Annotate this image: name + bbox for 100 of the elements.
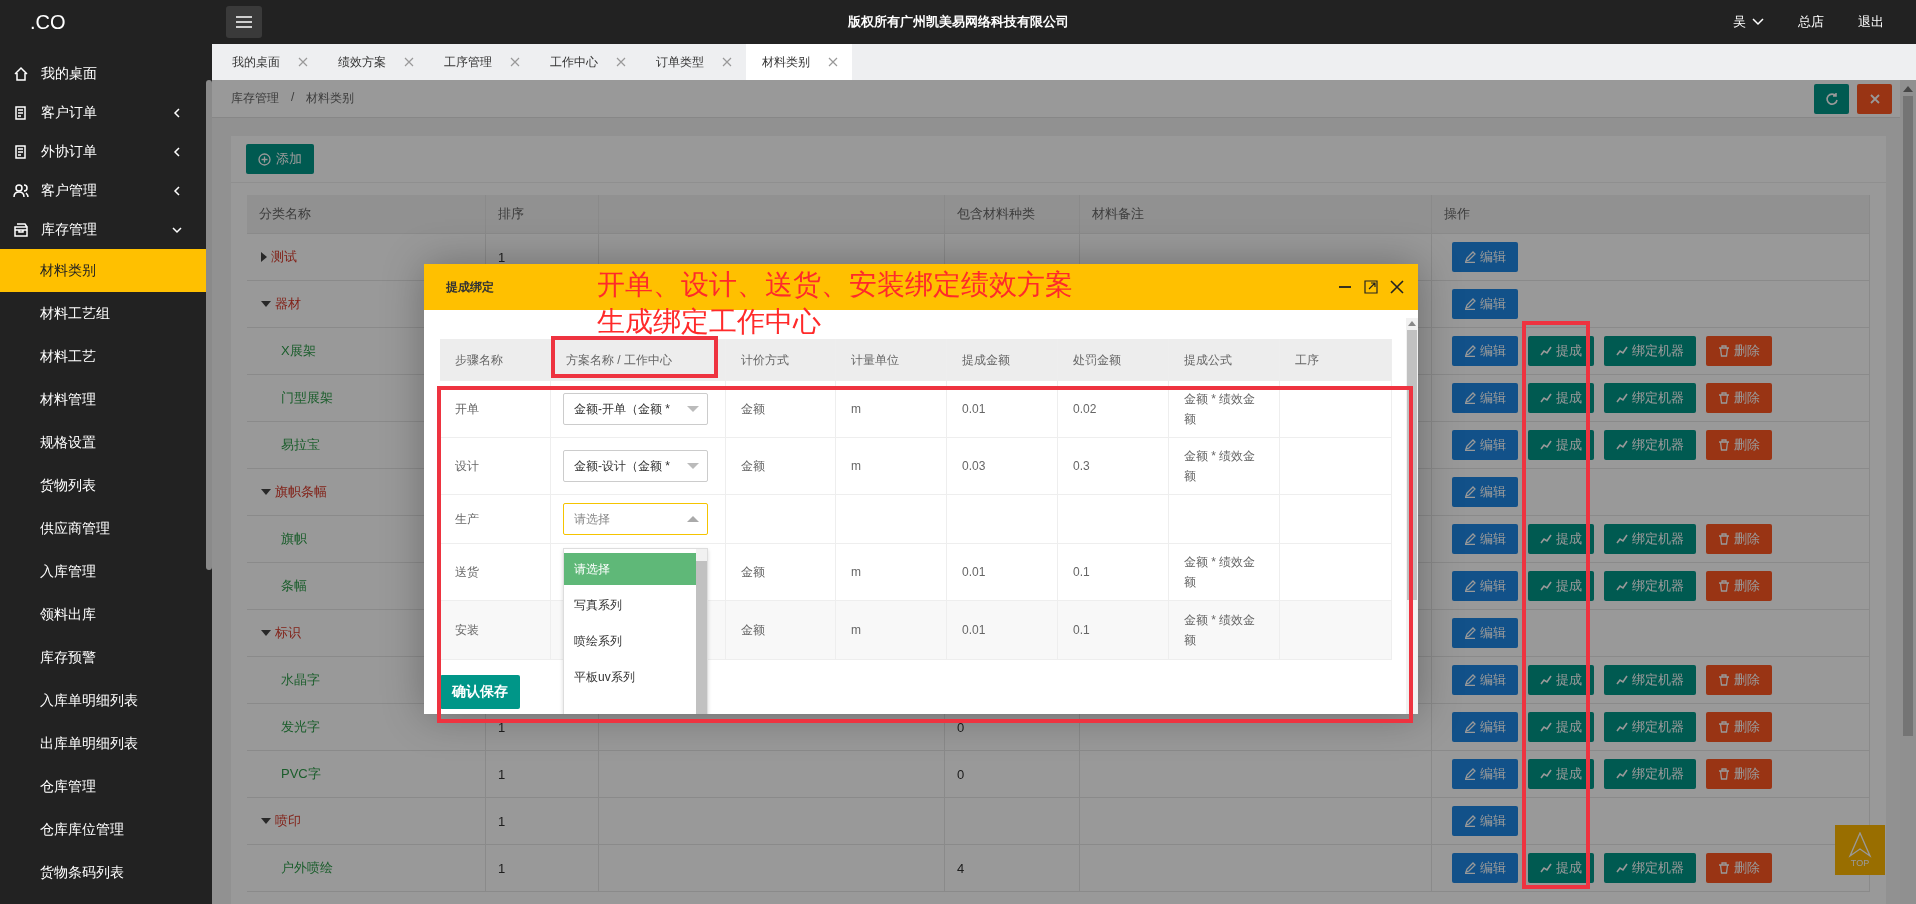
sidebar-item[interactable]: 入库管理 [0, 550, 206, 593]
bind-machine-button[interactable]: 绑定机器 [1604, 665, 1696, 695]
sidebar-item[interactable]: 仓库库位管理 [0, 808, 206, 851]
edit-button[interactable]: 编辑 [1452, 477, 1518, 507]
edit-button[interactable]: 编辑 [1452, 853, 1518, 883]
sidebar-item[interactable]: 材料类别 [0, 249, 206, 292]
delete-button[interactable]: 删除 [1706, 853, 1772, 883]
sidebar-item[interactable]: 领料出库 [0, 593, 206, 636]
sidebar-item[interactable]: 入库单明细列表 [0, 679, 206, 722]
add-button[interactable]: 添加 [246, 144, 314, 174]
table-cell-text: 送货 [455, 564, 479, 581]
commission-button[interactable]: 提成 [1528, 665, 1594, 695]
bind-machine-button[interactable]: 绑定机器 [1604, 853, 1696, 883]
edit-button[interactable]: 编辑 [1452, 712, 1518, 742]
sidebar-item[interactable]: 货物列表 [0, 464, 206, 507]
sidebar-item[interactable]: 库存管理 [0, 210, 206, 249]
bind-machine-button[interactable]: 绑定机器 [1604, 430, 1696, 460]
delete-button[interactable]: 删除 [1706, 430, 1772, 460]
sidebar-item[interactable]: 外协订单 [0, 132, 206, 171]
commission-button[interactable]: 提成 [1528, 853, 1594, 883]
close-button[interactable] [1857, 83, 1892, 114]
tab[interactable]: 工序管理 [428, 44, 534, 80]
commission-button[interactable]: 提成 [1528, 712, 1594, 742]
plan-select[interactable]: 金额-设计（金额 * [563, 450, 708, 482]
sidebar-item[interactable]: 出库单明细列表 [0, 722, 206, 765]
edit-button[interactable]: 编辑 [1452, 759, 1518, 789]
edit-button[interactable]: 编辑 [1452, 383, 1518, 413]
bind-machine-button[interactable]: 绑定机器 [1604, 759, 1696, 789]
edit-button[interactable]: 编辑 [1452, 571, 1518, 601]
edit-button[interactable]: 编辑 [1452, 524, 1518, 554]
edit-button[interactable]: 编辑 [1452, 242, 1518, 272]
bind-machine-button[interactable]: 绑定机器 [1604, 383, 1696, 413]
edit-button[interactable]: 编辑 [1452, 665, 1518, 695]
delete-button[interactable]: 删除 [1706, 665, 1772, 695]
commission-button[interactable]: 提成 [1528, 430, 1594, 460]
sidebar-item[interactable]: 材料工艺组 [0, 292, 206, 335]
delete-button[interactable]: 删除 [1706, 712, 1772, 742]
tab[interactable]: 订单类型 [640, 44, 746, 80]
sidebar-item[interactable]: 客户管理 [0, 171, 206, 210]
sidebar-item[interactable]: 我的桌面 [0, 54, 206, 93]
trend-icon [1540, 533, 1552, 545]
commission-button[interactable]: 提成 [1528, 383, 1594, 413]
commission-button[interactable]: 提成 [1528, 336, 1594, 366]
back-to-top-button[interactable]: TOP [1835, 825, 1885, 875]
bind-machine-button[interactable]: 绑定机器 [1604, 524, 1696, 554]
sidebar-item[interactable]: 材料管理 [0, 378, 206, 421]
edit-button[interactable]: 编辑 [1452, 806, 1518, 836]
bind-machine-button[interactable]: 绑定机器 [1604, 336, 1696, 366]
dropdown-option[interactable]: 写真系列 [564, 589, 696, 621]
edit-button[interactable]: 编辑 [1452, 618, 1518, 648]
logout-link[interactable]: 退出 [1852, 9, 1890, 35]
delete-button[interactable]: 删除 [1706, 383, 1772, 413]
dropdown-option[interactable]: 喷绘系列 [564, 625, 696, 657]
commission-button[interactable]: 提成 [1528, 571, 1594, 601]
delete-button[interactable]: 删除 [1706, 336, 1772, 366]
caret-icon[interactable] [261, 252, 267, 262]
plan-select[interactable]: 金额-开单（金额 * [563, 393, 708, 425]
dropdown-option[interactable]: 请选择 [564, 553, 696, 585]
delete-button[interactable]: 删除 [1706, 524, 1772, 554]
tab[interactable]: 工作中心 [534, 44, 640, 80]
sidebar-item[interactable]: 材料工艺 [0, 335, 206, 378]
scrollbar[interactable] [696, 549, 707, 714]
store-link[interactable]: 总店 [1792, 9, 1830, 35]
delete-button[interactable]: 删除 [1706, 571, 1772, 601]
caret-icon[interactable] [261, 630, 271, 636]
breadcrumb-link[interactable]: 库存管理 [231, 90, 279, 107]
bind-machine-button[interactable]: 绑定机器 [1604, 712, 1696, 742]
sidebar-item[interactable]: 库存预警 [0, 636, 206, 679]
delete-button[interactable]: 删除 [1706, 759, 1772, 789]
caret-icon[interactable] [261, 818, 271, 824]
commission-button[interactable]: 提成 [1528, 524, 1594, 554]
caret-icon[interactable] [261, 489, 271, 495]
table-cell: 1 [498, 766, 506, 782]
arrow-up-icon[interactable] [1408, 321, 1416, 326]
sidebar-item[interactable]: 仓库管理 [0, 765, 206, 808]
close-icon[interactable] [1390, 280, 1404, 294]
edit-button[interactable]: 编辑 [1452, 430, 1518, 460]
edit-button[interactable]: 编辑 [1452, 336, 1518, 366]
menu-button[interactable] [226, 6, 262, 38]
bind-machine-button[interactable]: 绑定机器 [1604, 571, 1696, 601]
table-cell-text: 金额 * 绩效金额 [1184, 612, 1257, 649]
tab[interactable]: 材料类别 [746, 44, 852, 80]
sidebar-item[interactable]: 货物条码列表 [0, 851, 206, 894]
maximize-icon[interactable] [1364, 280, 1378, 294]
scrollbar[interactable] [206, 80, 212, 570]
commission-button[interactable]: 提成 [1528, 759, 1594, 789]
tab[interactable]: 我的桌面 [216, 44, 322, 80]
dropdown-option[interactable]: 平板uv系列 [564, 661, 696, 693]
arrow-up-icon[interactable] [1903, 86, 1913, 92]
refresh-button[interactable] [1814, 83, 1849, 114]
table-cell-text: 金额 [741, 622, 765, 639]
sidebar-item[interactable]: 供应商管理 [0, 507, 206, 550]
tab[interactable]: 绩效方案 [322, 44, 428, 80]
sidebar-item[interactable]: 规格设置 [0, 421, 206, 464]
save-button[interactable]: 确认保存 [440, 675, 520, 709]
plan-select[interactable]: 请选择 [563, 503, 708, 535]
caret-icon[interactable] [261, 301, 271, 307]
edit-button[interactable]: 编辑 [1452, 289, 1518, 319]
user-menu[interactable]: 吴 [1727, 9, 1770, 35]
sidebar-item[interactable]: 客户订单 [0, 93, 206, 132]
